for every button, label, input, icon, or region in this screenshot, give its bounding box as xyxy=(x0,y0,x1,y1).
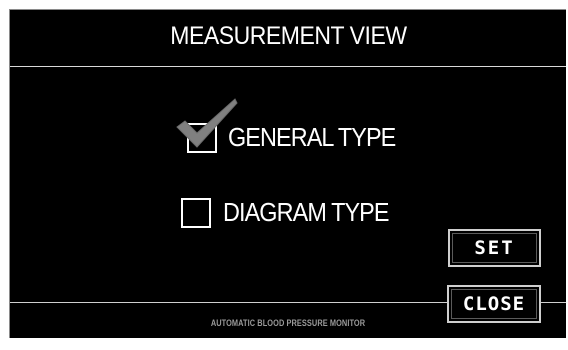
general-type-option[interactable]: GENERAL TYPE xyxy=(173,97,414,153)
general-type-label: GENERAL TYPE xyxy=(228,122,396,152)
set-button[interactable]: SET xyxy=(448,229,541,267)
diagram-type-option[interactable]: DIAGRAM TYPE xyxy=(181,197,407,228)
page-title: MEASUREMENT VIEW xyxy=(169,21,407,50)
general-type-checkbox[interactable] xyxy=(176,97,238,153)
title-bar: MEASUREMENT VIEW xyxy=(10,10,566,67)
diagram-type-checkbox[interactable] xyxy=(181,197,211,228)
diagram-type-label: DIAGRAM TYPE xyxy=(223,197,390,227)
close-button[interactable]: CLOSE xyxy=(447,285,541,323)
